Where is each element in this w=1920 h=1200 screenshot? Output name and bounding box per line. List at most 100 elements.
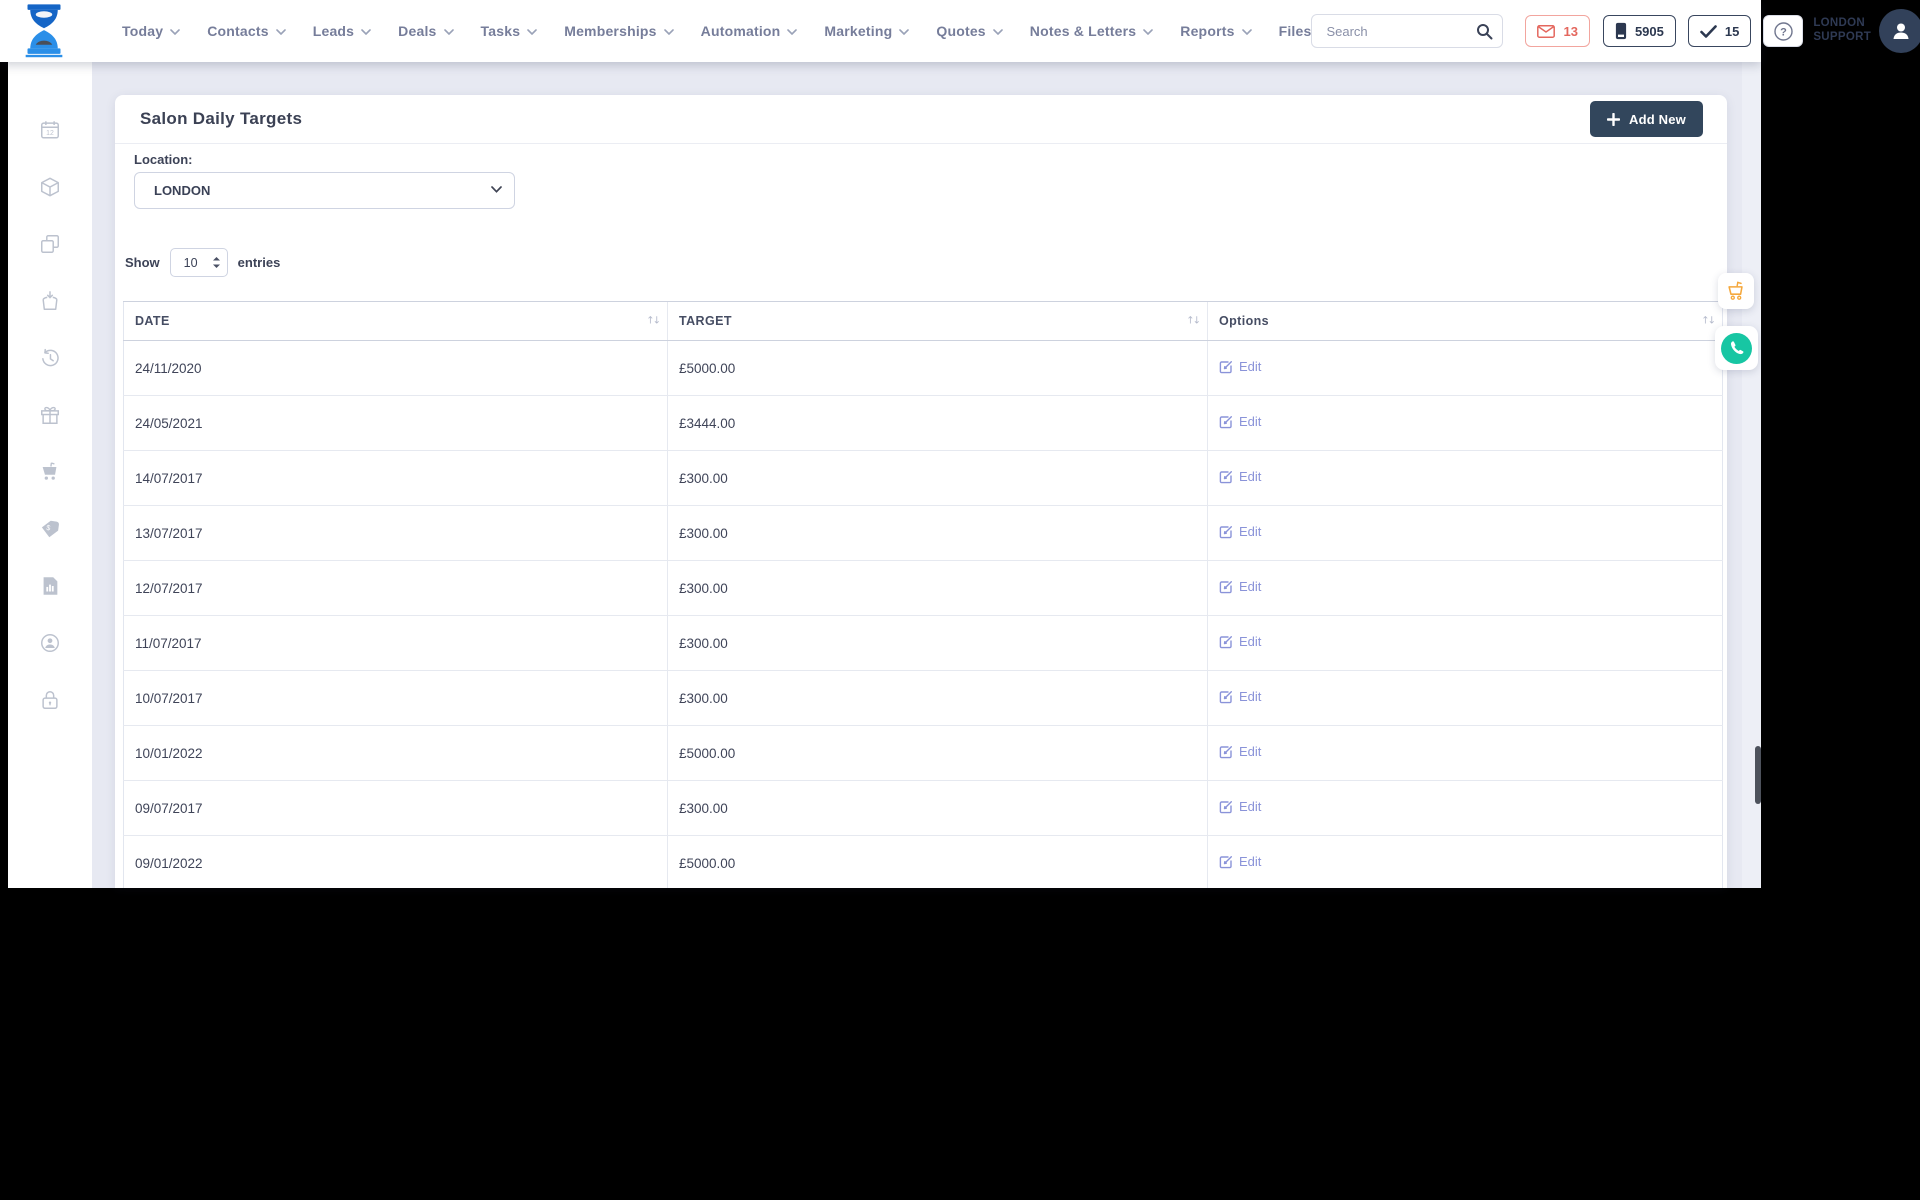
table-row: 13/07/2017 £300.00 Edit bbox=[123, 505, 1723, 561]
date-cell: 11/07/2017 bbox=[123, 615, 668, 671]
edit-pencil-square-icon bbox=[1219, 415, 1232, 429]
edit-button[interactable]: Edit bbox=[1219, 414, 1261, 429]
nav-item-marketing[interactable]: Marketing bbox=[824, 23, 910, 39]
nav-item-files[interactable]: Files bbox=[1279, 23, 1312, 39]
edit-button[interactable]: Edit bbox=[1219, 634, 1261, 649]
options-cell: Edit bbox=[1207, 395, 1723, 451]
history-icon[interactable] bbox=[39, 347, 61, 369]
nav-item-leads[interactable]: Leads bbox=[313, 23, 371, 39]
mail-count: 13 bbox=[1563, 23, 1578, 39]
table-row: 09/01/2022 £5000.00 Edit bbox=[123, 835, 1723, 888]
edit-button[interactable]: Edit bbox=[1219, 359, 1261, 374]
column-header-date[interactable]: DATE ↑↓ bbox=[123, 301, 668, 341]
target-cell: £300.00 bbox=[667, 670, 1208, 726]
edit-button[interactable]: Edit bbox=[1219, 524, 1261, 539]
nav-item-label: Leads bbox=[312, 23, 355, 39]
account-sync-icon[interactable] bbox=[39, 632, 61, 654]
calendar-12-icon[interactable]: 12 bbox=[39, 119, 61, 141]
targets-table-body: 24/11/2020 £5000.00 Edit 24/05/2021 £344… bbox=[123, 340, 1723, 888]
nav-item-label: Reports bbox=[1180, 23, 1235, 39]
gift-icon[interactable] bbox=[39, 404, 61, 426]
edit-label: Edit bbox=[1239, 414, 1262, 430]
copy-icon[interactable] bbox=[39, 233, 61, 255]
app-logo-hourglass-icon[interactable] bbox=[22, 4, 66, 58]
column-header-options[interactable]: Options ↑↓ bbox=[1207, 301, 1723, 341]
options-cell: Edit bbox=[1207, 835, 1723, 888]
location-select[interactable]: LONDON bbox=[134, 172, 515, 209]
lock-icon[interactable] bbox=[39, 689, 61, 711]
user-name[interactable]: LONDON SUPPORT bbox=[1813, 17, 1871, 45]
tasks-badge[interactable]: 15 bbox=[1687, 15, 1752, 47]
chevron-down-icon bbox=[275, 29, 286, 35]
options-cell: Edit bbox=[1207, 450, 1723, 506]
table-row: 09/07/2017 £300.00 Edit bbox=[123, 780, 1723, 836]
phone-handset-icon bbox=[1730, 341, 1743, 355]
cart-icon[interactable] bbox=[39, 461, 61, 483]
topbar: Today Contacts Leads Deals Tasks Members… bbox=[0, 0, 1920, 62]
page-scrollbar-thumb[interactable] bbox=[1755, 746, 1761, 804]
topbar-right-cluster: 13 5905 15 ? LONDON SUPPORT bbox=[1311, 9, 1920, 53]
chevron-down-icon bbox=[443, 29, 454, 35]
report-document-icon[interactable] bbox=[39, 575, 61, 597]
nav-item-quotes[interactable]: Quotes bbox=[936, 23, 1003, 39]
bag-save-icon[interactable] bbox=[39, 290, 61, 312]
edit-label: Edit bbox=[1239, 854, 1262, 870]
target-cell: £300.00 bbox=[667, 505, 1208, 561]
edit-button[interactable]: Edit bbox=[1219, 689, 1261, 704]
nav-item-tasks[interactable]: Tasks bbox=[481, 23, 538, 39]
phone-badge[interactable]: 5905 bbox=[1602, 15, 1676, 47]
edit-pencil-square-icon bbox=[1219, 360, 1232, 374]
edit-label: Edit bbox=[1239, 524, 1262, 540]
nav-item-notes-letters[interactable]: Notes & Letters bbox=[1029, 23, 1154, 39]
help-button[interactable]: ? bbox=[1763, 15, 1804, 47]
add-new-button[interactable]: Add New bbox=[1589, 101, 1703, 137]
sidebar: 12 $ bbox=[8, 62, 92, 888]
targets-table: DATE ↑↓ TARGET ↑↓ Options ↑↓ 24/11/2020 … bbox=[123, 301, 1723, 888]
nav-item-reports[interactable]: Reports bbox=[1180, 23, 1252, 39]
options-cell: Edit bbox=[1207, 615, 1723, 671]
target-cell: £300.00 bbox=[667, 560, 1208, 616]
user-name-line1: LONDON bbox=[1813, 17, 1865, 30]
edit-button[interactable]: Edit bbox=[1219, 799, 1261, 814]
table-row: 24/11/2020 £5000.00 Edit bbox=[123, 340, 1723, 396]
sort-arrows-icon: ↑↓ bbox=[1186, 315, 1201, 327]
edit-button[interactable]: Edit bbox=[1219, 854, 1261, 869]
target-cell: £300.00 bbox=[667, 780, 1208, 836]
sort-arrows-icon: ↑↓ bbox=[1701, 315, 1716, 327]
nav-item-memberships[interactable]: Memberships bbox=[564, 23, 674, 39]
edit-button[interactable]: Edit bbox=[1219, 579, 1261, 594]
nav-item-label: Notes & Letters bbox=[1029, 23, 1137, 39]
nav-item-contacts[interactable]: Contacts bbox=[207, 23, 286, 39]
edit-label: Edit bbox=[1239, 469, 1262, 485]
edit-button[interactable]: Edit bbox=[1219, 469, 1261, 484]
edit-button[interactable]: Edit bbox=[1219, 744, 1261, 759]
nav-item-today[interactable]: Today bbox=[122, 23, 181, 39]
floating-phone-button[interactable] bbox=[1715, 326, 1758, 370]
nav-item-label: Today bbox=[122, 23, 164, 39]
tasks-count: 15 bbox=[1724, 23, 1740, 39]
search-icon[interactable] bbox=[1466, 15, 1502, 47]
mobile-phone-icon bbox=[1615, 22, 1627, 40]
date-cell: 12/07/2017 bbox=[123, 560, 668, 616]
floating-cart-button[interactable] bbox=[1718, 273, 1754, 309]
package-icon[interactable] bbox=[39, 176, 61, 198]
nav-item-deals[interactable]: Deals bbox=[398, 23, 454, 39]
sort-arrows-icon: ↑↓ bbox=[646, 315, 661, 327]
show-entries-row: Show 10 entries bbox=[125, 248, 280, 277]
table-row: 12/07/2017 £300.00 Edit bbox=[123, 560, 1723, 616]
nav-item-label: Deals bbox=[398, 23, 437, 39]
price-tag-icon[interactable]: $ bbox=[39, 518, 61, 540]
edit-pencil-square-icon bbox=[1219, 690, 1232, 704]
nav-item-label: Quotes bbox=[936, 23, 986, 39]
page-size-select[interactable]: 10 bbox=[169, 248, 228, 277]
avatar[interactable] bbox=[1879, 9, 1920, 53]
target-cell: £5000.00 bbox=[667, 340, 1208, 396]
mail-badge[interactable]: 13 bbox=[1525, 15, 1590, 47]
options-cell: Edit bbox=[1207, 670, 1723, 726]
search-input[interactable] bbox=[1312, 23, 1467, 39]
nav-item-automation[interactable]: Automation bbox=[701, 23, 798, 39]
edit-pencil-square-icon bbox=[1219, 800, 1232, 814]
column-header-target[interactable]: TARGET ↑↓ bbox=[667, 301, 1208, 341]
date-cell: 10/01/2022 bbox=[123, 725, 668, 781]
target-cell: £300.00 bbox=[667, 615, 1208, 671]
